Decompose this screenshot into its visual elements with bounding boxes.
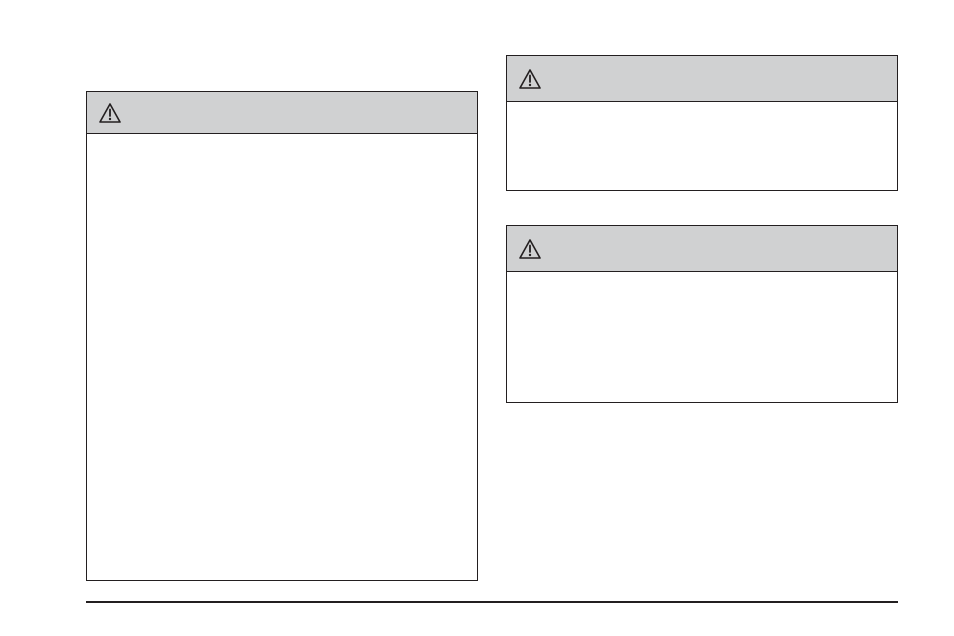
warning-icon <box>99 103 121 123</box>
warning-icon <box>519 69 541 89</box>
panel-left-body <box>87 134 477 580</box>
horizontal-rule <box>86 601 898 603</box>
panel-top-right-header <box>507 56 897 102</box>
page <box>0 0 954 636</box>
panel-left <box>86 91 478 581</box>
panel-top-right <box>506 55 898 191</box>
warning-icon <box>519 239 541 259</box>
panel-top-right-body <box>507 102 897 190</box>
panel-bottom-right <box>506 225 898 403</box>
panel-bottom-right-body <box>507 272 897 402</box>
panel-left-header <box>87 92 477 134</box>
panel-bottom-right-header <box>507 226 897 272</box>
